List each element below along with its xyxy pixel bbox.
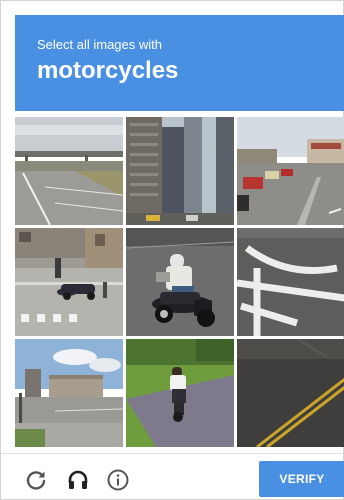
footer-divider [1,453,344,454]
headphones-icon[interactable] [65,467,91,493]
tile-3-image [237,117,344,225]
image-tile-9[interactable] [237,339,344,447]
captcha-frame: Select all images with motorcycles VERIF… [0,0,344,500]
image-tile-4[interactable] [15,228,123,336]
tile-5-image [126,228,234,336]
image-grid [15,117,344,447]
image-tile-5[interactable] [126,228,234,336]
image-tile-2[interactable] [126,117,234,225]
challenge-header: Select all images with motorcycles [15,15,344,111]
image-tile-3[interactable] [237,117,344,225]
image-tile-8[interactable] [126,339,234,447]
tile-7-image [15,339,123,447]
image-tile-7[interactable] [15,339,123,447]
image-tile-1[interactable] [15,117,123,225]
challenge-instruction: Select all images with [37,37,162,52]
tile-1-image [15,117,123,225]
tile-8-image [126,339,234,447]
image-tile-6[interactable] [237,228,344,336]
tile-6-image [237,228,344,336]
reload-icon[interactable] [23,467,49,493]
tile-9-image [237,339,344,447]
info-icon[interactable] [105,467,131,493]
verify-button[interactable]: VERIFY [259,461,344,497]
tile-4-image [15,228,123,336]
tile-2-image [126,117,234,225]
challenge-target: motorcycles [37,57,179,84]
